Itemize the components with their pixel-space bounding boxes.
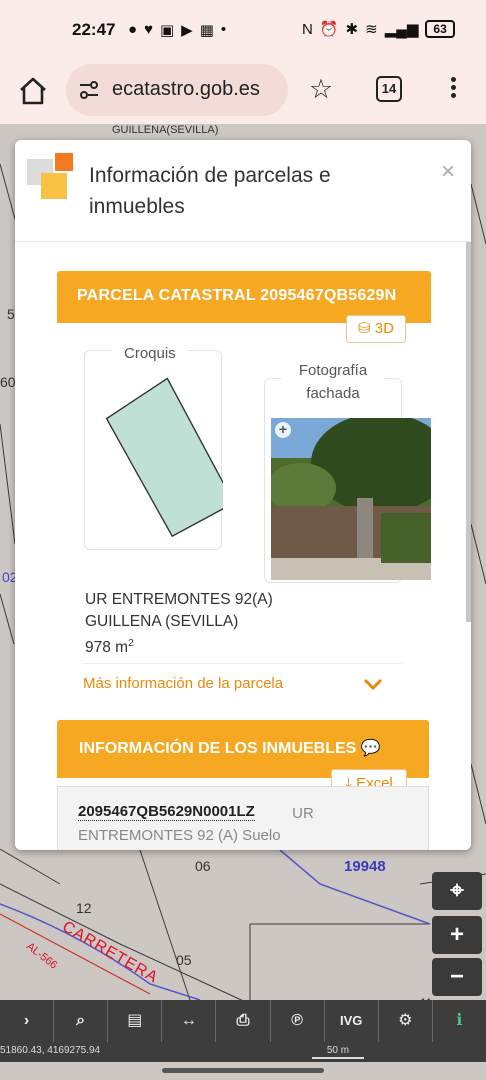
parcel-area: 978 m2 — [85, 633, 273, 659]
browser-menu-icon[interactable] — [446, 74, 460, 104]
zoom-photo-icon[interactable]: + — [275, 422, 291, 438]
system-icons: N ⏰ ✱ ≋ ▂▄▆ 63 — [302, 20, 455, 38]
map-label: 12 — [76, 900, 92, 916]
map-label: 5 — [7, 306, 15, 322]
view-3d-label: 3D — [374, 320, 394, 337]
properties-header-text: INFORMACIÓN DE LOS INMUEBLES — [79, 740, 357, 757]
status-bar: 22:47 ● ♥ ▣ ▶ ▦ • N ⏰ ✱ ≋ ▂▄▆ 63 — [0, 0, 486, 62]
zoom-out-button[interactable]: − — [432, 958, 482, 996]
facade-photo-label: Fotografía fachada — [281, 359, 385, 405]
view-3d-button[interactable]: ⛁ 3D — [346, 315, 406, 343]
address-line-2: GUILLENA (SEVILLA) — [85, 613, 239, 630]
parcel-icon[interactable]: ℗ — [271, 1000, 325, 1042]
sketch-label: Croquis — [112, 345, 188, 362]
scale-bar: 50 m — [312, 1045, 364, 1059]
parcel-sketch — [105, 377, 235, 538]
clock: 22:47 — [72, 20, 116, 39]
property-reference-link[interactable]: 2095467QB5629N0001LZ — [78, 803, 255, 821]
map-municipality-label: GUILLENA(SEVILLA) — [112, 124, 219, 136]
expand-icon[interactable]: › — [0, 1000, 55, 1042]
battery-icon: 63 — [425, 20, 455, 38]
divider — [83, 663, 403, 664]
chat-icon: ● — [128, 21, 138, 38]
coordinates-bar: 51860.43, 4169275.94 50 m — [0, 1042, 486, 1062]
locate-button[interactable]: ⌖ — [432, 872, 482, 910]
url-text: ecatastro.gob.es — [112, 78, 260, 100]
measure-icon[interactable]: ↔ — [162, 1000, 217, 1042]
address-bar[interactable]: ecatastro.gob.es — [66, 64, 288, 116]
home-button[interactable] — [14, 72, 52, 110]
map-label: 05 — [176, 952, 192, 968]
dialog-scrollbar[interactable] — [466, 242, 471, 622]
bookmark-star-icon[interactable]: ☆ — [306, 74, 336, 104]
facade-photo-image — [271, 418, 431, 580]
home-icon — [20, 77, 46, 105]
info-icon[interactable]: ℹ — [433, 1000, 486, 1042]
parcel-address: UR ENTREMONTES 92(A) GUILLENA (SEVILLA) … — [85, 589, 273, 659]
gesture-bar — [162, 1068, 324, 1073]
comment-icon[interactable]: 💬 — [361, 740, 381, 757]
site-settings-icon[interactable] — [78, 79, 100, 101]
property-row[interactable]: UR ENTREMONTES 92 (A) Suelo 2095467QB562… — [57, 786, 429, 850]
map-label: 06 — [195, 858, 211, 874]
zoom-in-button[interactable]: + — [432, 916, 482, 954]
tab-switcher-button[interactable]: 14 — [376, 76, 402, 102]
coordinates-readout: 51860.43, 4169275.94 — [0, 1045, 101, 1056]
dialog-title: Información de parcelas e inmuebles — [89, 164, 331, 218]
close-button[interactable]: × — [441, 158, 455, 186]
dialog-header: Información de parcelas e inmuebles × — [15, 140, 471, 242]
area-value: 978 m — [85, 639, 129, 657]
grid-icon: ▦ — [199, 22, 214, 39]
map-parcel-number: 19948 — [344, 858, 386, 875]
wifi-icon: ≋ — [365, 21, 378, 38]
facade-photo[interactable]: + — [271, 418, 431, 580]
address-line-1: UR ENTREMONTES 92(A) — [85, 591, 273, 608]
chevron-down-icon[interactable] — [363, 677, 383, 691]
browser-toolbar: ecatastro.gob.es ☆ 14 — [0, 62, 486, 124]
parcel-info-dialog: Información de parcelas e inmuebles × PA… — [15, 140, 471, 850]
nfc-icon: N — [302, 20, 313, 38]
alarm-icon: ⏰ — [319, 21, 339, 38]
print-icon[interactable]: ⎙ — [216, 1000, 271, 1042]
signal-icon: ▂▄▆ — [384, 21, 419, 38]
youtube-icon: ▶ — [181, 22, 193, 39]
properties-card: INFORMACIÓN DE LOS INMUEBLES 💬 ⤓ Excel U… — [57, 720, 429, 850]
more-info-link[interactable]: Más información de la parcela — [83, 675, 283, 692]
tools-icon[interactable]: ⚙ — [379, 1000, 433, 1042]
map-label: 60 — [0, 374, 16, 390]
map-toolbar: › ⌕ ▤ ↔ ⎙ ℗ IVG ⚙ ℹ — [0, 1000, 486, 1042]
ivg-button[interactable]: IVG — [325, 1000, 379, 1042]
dot-icon: • — [220, 21, 227, 38]
book-icon: ▣ — [159, 22, 175, 39]
catastro-logo-icon — [27, 153, 73, 199]
search-icon[interactable]: ⌕ — [54, 1000, 109, 1042]
cubes-icon: ⛁ — [358, 320, 371, 337]
layers-icon[interactable]: ▤ — [108, 1000, 163, 1042]
area-unit-superscript: 2 — [128, 638, 134, 649]
sketch-frame[interactable] — [84, 350, 235, 550]
bluetooth-icon: ✱ — [345, 21, 359, 38]
heart-icon: ♥ — [144, 21, 153, 38]
parcel-card: PARCELA CATASTRAL 2095467QB5629N ⛁ 3D Cr… — [57, 271, 431, 701]
crosshair-icon: ⌖ — [450, 877, 464, 904]
notification-icons: ● ♥ ▣ ▶ ▦ • — [128, 21, 226, 39]
